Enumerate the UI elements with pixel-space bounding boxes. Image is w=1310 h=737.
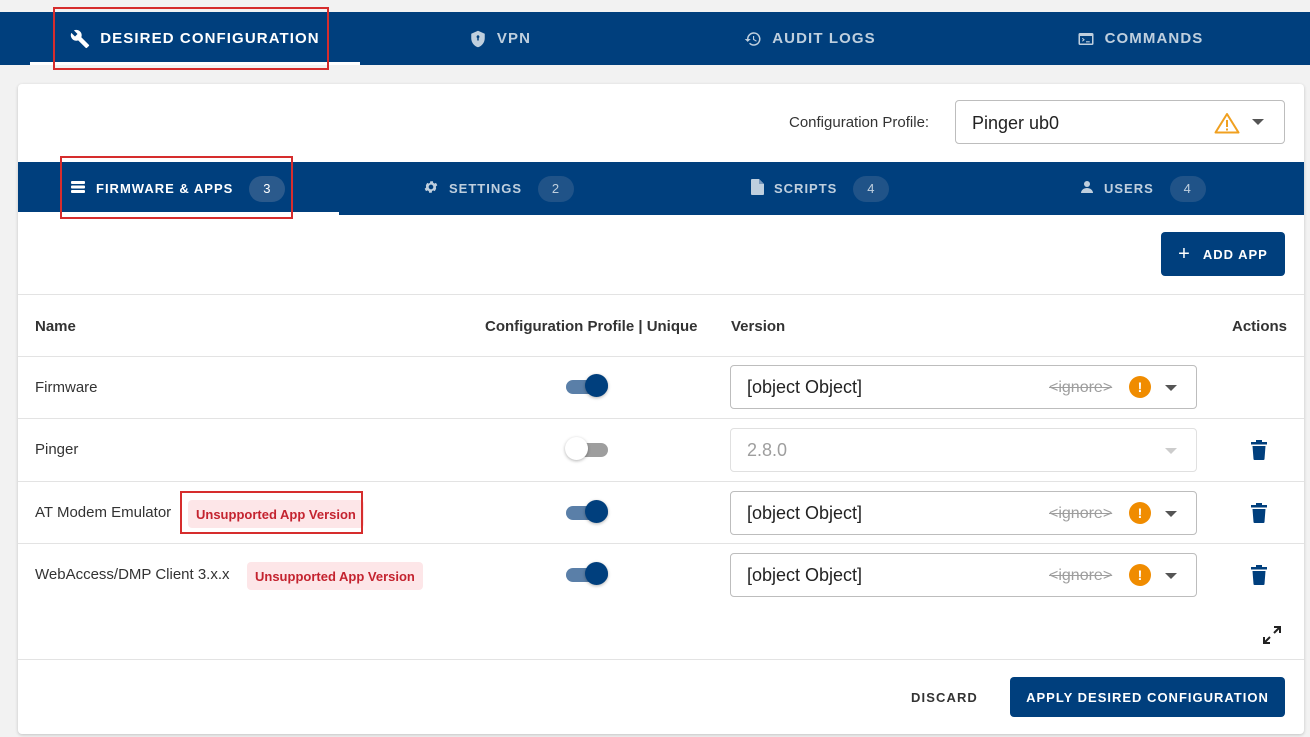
terminal-icon <box>1077 30 1095 48</box>
delete-icon[interactable] <box>1251 503 1267 523</box>
ignore-option: <ignore> <box>1049 379 1113 396</box>
unique-toggle[interactable] <box>566 500 610 526</box>
column-header-profile-unique: Configuration Profile | Unique <box>485 318 698 335</box>
count-badge: 2 <box>538 175 575 202</box>
active-subtab-indicator <box>18 212 339 215</box>
tab-label: COMMANDS <box>1104 30 1204 47</box>
shield-icon <box>469 30 487 48</box>
unique-toggle[interactable] <box>566 562 610 588</box>
tab-label: SCRIPTS <box>774 181 838 196</box>
divider <box>18 659 1304 660</box>
tab-label: AUDIT LOGS <box>772 30 876 47</box>
ignore-option: <ignore> <box>1049 505 1113 522</box>
top-navigation: DESIRED CONFIGURATION VPN AUDIT LOGS COM… <box>0 12 1310 65</box>
version-select: 2.8.0 <box>730 428 1197 472</box>
tab-label: DESIRED CONFIGURATION <box>100 30 320 47</box>
version-value: [object Object] <box>747 565 863 585</box>
warning-icon <box>1214 112 1240 139</box>
tab-firmware-apps[interactable]: FIRMWARE & APPS 3 <box>70 162 286 215</box>
column-header-actions: Actions <box>1232 318 1288 335</box>
profile-label: Configuration Profile: <box>789 114 930 131</box>
app-name: Pinger <box>35 441 79 458</box>
alert-icon: ! <box>1129 376 1151 398</box>
app-name: Firmware <box>35 379 98 396</box>
count-badge: 4 <box>853 175 890 202</box>
delete-icon[interactable] <box>1251 440 1267 460</box>
chevron-down-icon <box>1252 119 1264 125</box>
file-icon <box>751 179 764 198</box>
add-app-label: ADD APP <box>1202 246 1268 262</box>
chevron-down-icon <box>1165 511 1177 517</box>
version-select[interactable]: [object Object] <ignore> ! <box>730 491 1197 535</box>
divider <box>18 418 1304 419</box>
tab-users[interactable]: USERS 4 <box>1080 162 1206 215</box>
divider <box>18 543 1304 544</box>
count-badge: 4 <box>1169 175 1206 202</box>
tab-audit-logs[interactable]: AUDIT LOGS <box>720 12 900 65</box>
alert-icon: ! <box>1129 564 1151 586</box>
configuration-card: Configuration Profile: Pinger ub0 FIRMWA… <box>18 84 1304 734</box>
tab-desired-configuration[interactable]: DESIRED CONFIGURATION <box>30 12 360 65</box>
column-header-name: Name <box>35 318 76 335</box>
add-app-button[interactable]: + ADD APP <box>1161 232 1285 276</box>
unique-toggle[interactable] <box>565 437 610 463</box>
version-select[interactable]: [object Object] <ignore> ! <box>730 365 1197 409</box>
app-name: WebAccess/DMP Client 3.x.x <box>35 566 230 583</box>
chevron-down-icon <box>1165 573 1177 579</box>
tab-settings[interactable]: SETTINGS 2 <box>423 162 575 215</box>
tab-scripts[interactable]: SCRIPTS 4 <box>751 162 890 215</box>
tab-commands[interactable]: COMMANDS <box>1055 12 1225 65</box>
divider <box>18 356 1304 357</box>
count-badge: 3 <box>249 175 286 202</box>
chip-icon <box>70 180 86 197</box>
active-tab-indicator <box>30 62 360 65</box>
divider <box>18 481 1304 482</box>
status-badge: Unsupported App Version <box>247 562 423 590</box>
version-value: [object Object] <box>747 503 863 523</box>
history-icon <box>744 30 762 48</box>
delete-icon[interactable] <box>1251 565 1267 585</box>
profile-value: Pinger ub0 <box>972 113 1060 133</box>
app-name: AT Modem Emulator <box>35 504 172 521</box>
tab-label: VPN <box>496 30 532 47</box>
unique-toggle[interactable] <box>566 374 610 400</box>
version-select[interactable]: [object Object] <ignore> ! <box>730 553 1197 597</box>
tab-label: USERS <box>1104 181 1154 196</box>
apply-desired-configuration-button[interactable]: APPLY DESIRED CONFIGURATION <box>1010 677 1285 717</box>
discard-button[interactable]: DISCARD <box>911 690 978 705</box>
plus-icon: + <box>1178 243 1191 265</box>
gear-icon <box>423 179 439 198</box>
column-header-version: Version <box>731 318 786 335</box>
divider <box>18 294 1304 295</box>
person-icon <box>1080 180 1094 197</box>
expand-icon[interactable] <box>1262 625 1282 650</box>
version-value: [object Object] <box>747 377 863 397</box>
tab-label: SETTINGS <box>449 181 523 196</box>
ignore-option: <ignore> <box>1049 567 1113 584</box>
alert-icon: ! <box>1129 502 1151 524</box>
tab-label: FIRMWARE & APPS <box>96 181 234 196</box>
version-value: 2.8.0 <box>747 440 788 460</box>
chevron-down-icon <box>1165 385 1177 391</box>
chevron-down-icon <box>1165 448 1177 454</box>
sub-navigation: FIRMWARE & APPS 3 SETTINGS 2 SCRIPTS 4 U… <box>18 162 1304 215</box>
status-badge: Unsupported App Version <box>188 500 364 528</box>
configuration-profile-select[interactable]: Pinger ub0 <box>955 100 1285 144</box>
wrench-icon <box>70 29 90 49</box>
tab-vpn[interactable]: VPN <box>425 12 575 65</box>
